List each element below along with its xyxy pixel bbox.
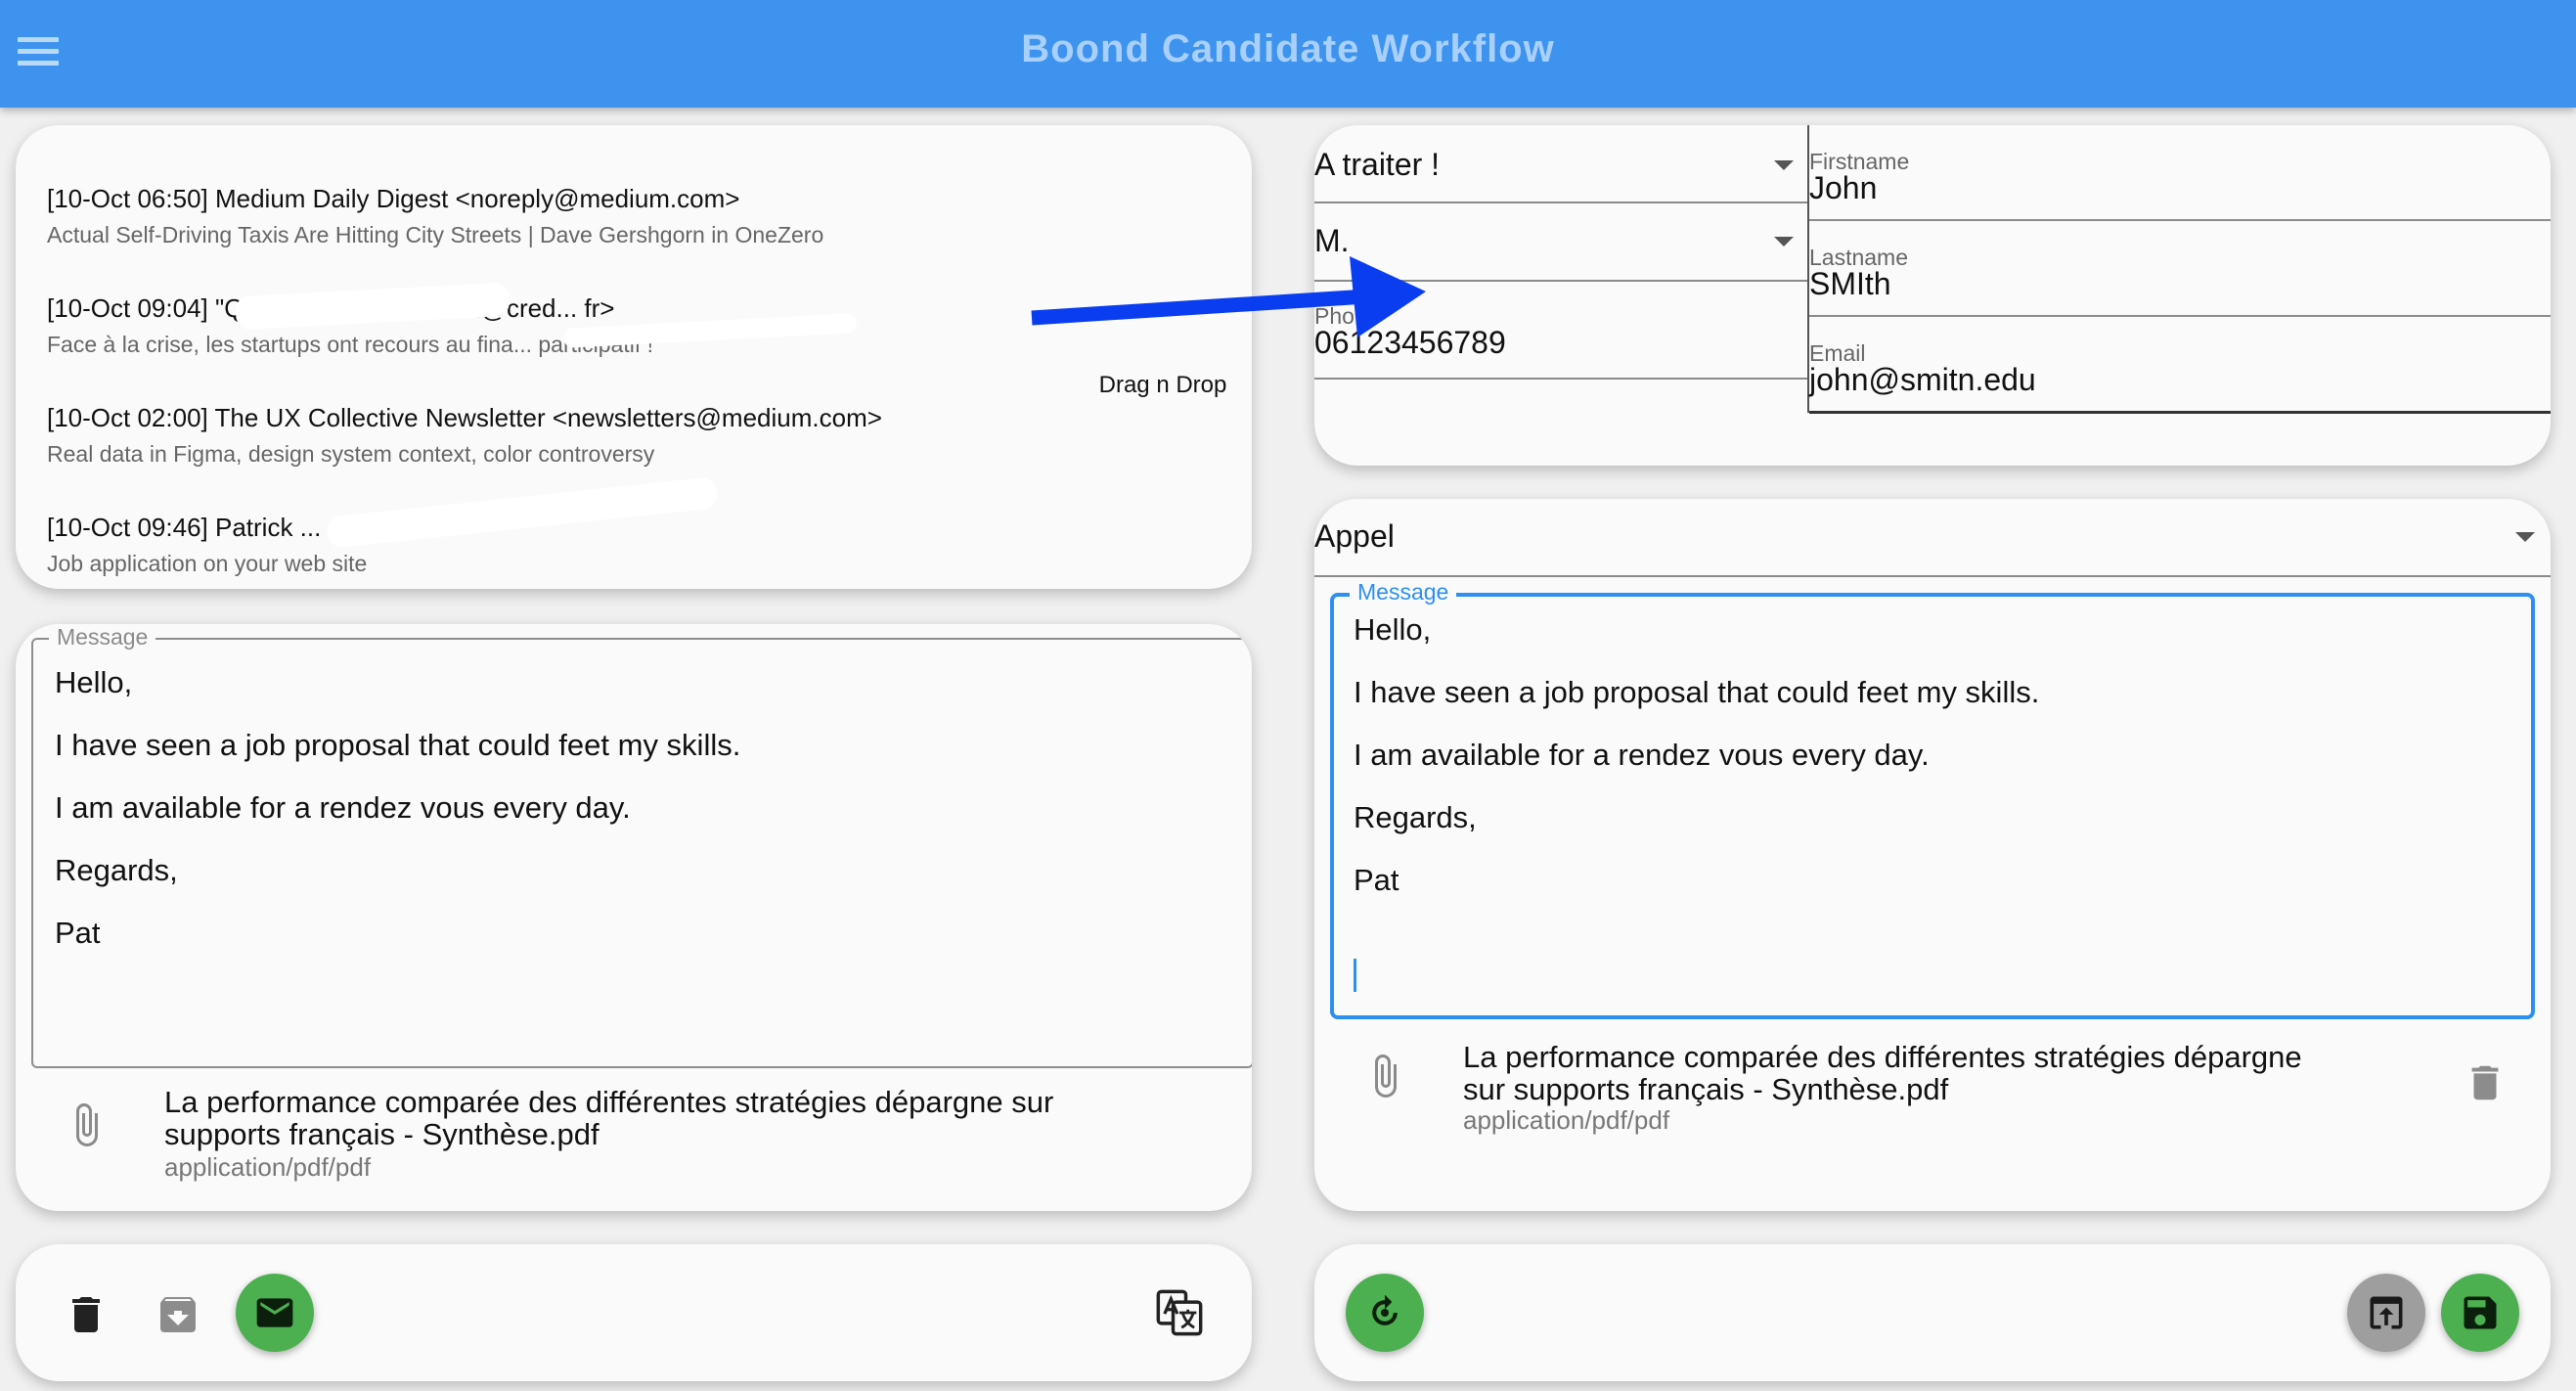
message-line: Pat xyxy=(1354,863,1399,897)
lastname-value: SMIth xyxy=(1809,266,1891,301)
phone-value: 06123456789 xyxy=(1314,325,1506,360)
status-dropdown[interactable]: A traiter ! xyxy=(1314,125,1803,203)
email-message-card: Message Hello, I have seen a job proposa… xyxy=(16,624,1252,1211)
email-header: [10-Oct 02:00] The UX Collective Newslet… xyxy=(47,403,882,432)
save-button[interactable] xyxy=(2441,1274,2519,1352)
firstname-field[interactable]: Firstname John xyxy=(1809,125,2551,219)
message-line: I have seen a job proposal that could fe… xyxy=(1354,675,2040,709)
message-line: Regards, xyxy=(55,853,178,887)
attachment-name[interactable]: La performance comparée des différentes … xyxy=(1463,1041,2441,1105)
divider xyxy=(1314,575,2551,577)
firstname-value: John xyxy=(1809,170,1878,205)
email-header: [10-Oct 09:46] Patrick ... ... @... xyxy=(47,513,404,542)
action-type-dropdown[interactable]: Appel xyxy=(1314,499,2551,575)
email-subject: Job application on your web site xyxy=(47,551,368,576)
civility-value: M. xyxy=(1314,223,1350,258)
send-mail-button[interactable] xyxy=(236,1274,314,1352)
attachment-name-line: sur supports français - Synthèse.pdf xyxy=(1463,1072,1949,1106)
chevron-down-icon xyxy=(1774,237,1794,247)
attachment-name[interactable]: La performance comparée des différentes … xyxy=(164,1086,1201,1150)
chevron-down-icon xyxy=(2515,532,2535,542)
paperclip-icon[interactable] xyxy=(1361,1053,1408,1099)
drag-tooltip: Drag n Drop xyxy=(1089,360,1236,411)
message-line: Pat xyxy=(55,916,101,950)
refresh-icon xyxy=(1372,1294,1398,1325)
upload-button[interactable] xyxy=(2347,1274,2425,1352)
action-message-textbox[interactable]: Message Hello, I have seen a job proposa… xyxy=(1330,579,2535,1019)
email-header: [10-Oct 06:50] Medium Daily Digest <nore… xyxy=(47,184,740,213)
lastname-field[interactable]: Lastname SMIth xyxy=(1809,221,2551,315)
attachment-type: application/pdf/pdf xyxy=(1463,1105,1670,1135)
status-value: A traiter ! xyxy=(1314,147,1441,182)
attachment-type: application/pdf/pdf xyxy=(164,1152,372,1182)
candidate-form-card: A traiter ! M. Phone 06123456789 Firstna… xyxy=(1314,125,2551,466)
email-actions-bar xyxy=(16,1244,1252,1381)
message-line: Hello, xyxy=(55,665,133,699)
message-line: Hello, xyxy=(1354,612,1432,647)
message-line: I am available for a rendez vous every d… xyxy=(1354,738,1930,772)
email-list-item[interactable]: [10-Oct 06:50] Medium Daily Digest <nore… xyxy=(47,184,1221,248)
message-line: Regards, xyxy=(1354,800,1477,834)
message-label: Message xyxy=(49,624,156,651)
save-icon xyxy=(2464,1296,2497,1329)
archive-icon[interactable] xyxy=(155,1291,201,1338)
phone-field[interactable]: Phone 06123456789 xyxy=(1314,282,1807,360)
divider xyxy=(1809,411,2551,414)
email-value: john@smitn.edu xyxy=(1809,362,2036,397)
paperclip-icon[interactable] xyxy=(63,1101,110,1148)
email-subject: Real data in Figma, design system contex… xyxy=(47,441,655,467)
email-list-card: [10-Oct 06:50] Medium Daily Digest <nore… xyxy=(16,125,1252,589)
chevron-down-icon xyxy=(1774,160,1794,170)
delete-attachment-icon[interactable] xyxy=(2463,1060,2508,1105)
email-list-item[interactable]: [10-Oct 02:00] The UX Collective Newslet… xyxy=(47,403,1221,468)
translate-icon[interactable] xyxy=(1154,1287,1205,1338)
mail-icon xyxy=(256,1298,293,1327)
action-panel-card: Appel Message Hello, I have seen a job p… xyxy=(1314,499,2551,1211)
candidate-actions-bar xyxy=(1314,1244,2551,1381)
attachment-name-line: La performance comparée des différentes … xyxy=(1463,1040,2302,1074)
email-subject: Actual Self-Driving Taxis Are Hitting Ci… xyxy=(47,222,824,247)
upload-icon xyxy=(2370,1296,2403,1329)
email-list-item[interactable]: [10-Oct 09:46] Patrick ... ... @... Job … xyxy=(47,513,1221,577)
email-field[interactable]: Email john@smitn.edu xyxy=(1809,317,2551,411)
refresh-button[interactable] xyxy=(1346,1274,1424,1352)
message-line: I am available for a rendez vous every d… xyxy=(55,790,631,825)
civility-dropdown[interactable]: M. xyxy=(1314,203,1803,282)
email-header: [10-Oct 09:04] "Quentin de ... <contact@… xyxy=(47,293,615,323)
divider xyxy=(1314,378,1807,380)
app-title: Boond Candidate Workflow xyxy=(1021,27,1555,70)
app-bar: Boond Candidate Workflow xyxy=(0,0,2576,108)
action-type-value: Appel xyxy=(1314,518,1395,554)
delete-icon[interactable] xyxy=(63,1291,110,1338)
text-cursor xyxy=(1354,959,1356,992)
message-line: I have seen a job proposal that could fe… xyxy=(55,728,741,762)
attachment-name-line: La performance comparée des différentes … xyxy=(164,1085,1054,1119)
message-textbox[interactable]: Message Hello, I have seen a job proposa… xyxy=(31,624,1252,1068)
attachment-name-line: supports français - Synthèse.pdf xyxy=(164,1117,600,1151)
